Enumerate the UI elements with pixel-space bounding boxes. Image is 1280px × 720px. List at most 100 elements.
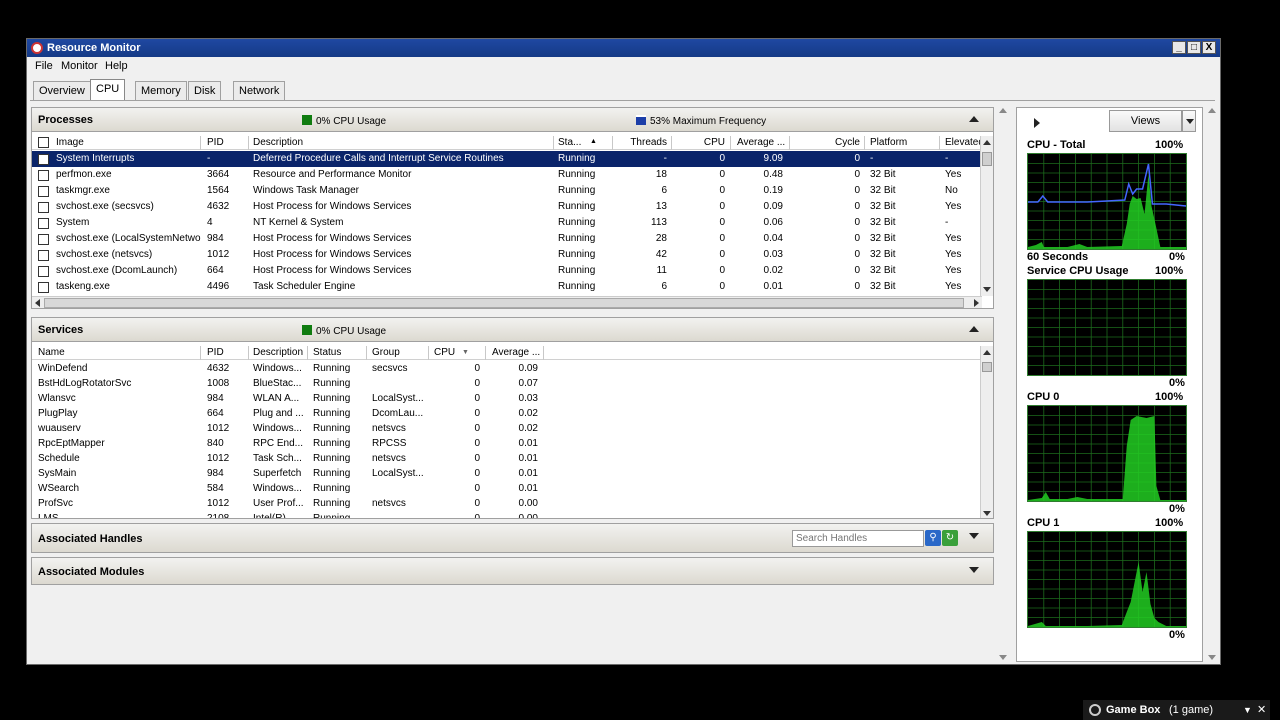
processes-header[interactable]: Processes 0% CPU Usage 53% Maximum Frequ… — [32, 108, 993, 132]
row-checkbox[interactable] — [38, 282, 49, 293]
row-checkbox[interactable] — [38, 170, 49, 181]
title-bar[interactable]: Resource Monitor _ □ X — [27, 39, 1220, 57]
collapse-pane-icon[interactable] — [1034, 118, 1040, 128]
horizontal-scroll-thumb[interactable] — [44, 298, 964, 308]
views-dropdown-button[interactable] — [1182, 110, 1196, 132]
views-button[interactable]: Views — [1109, 110, 1182, 132]
col-separator[interactable] — [553, 136, 554, 150]
scroll-down-icon[interactable] — [1208, 655, 1216, 660]
scroll-down-icon[interactable] — [983, 287, 991, 292]
col-name[interactable]: Name — [38, 347, 65, 358]
processes-horizontal-scrollbar[interactable] — [32, 296, 982, 308]
col-cpu[interactable]: CPU — [434, 347, 455, 358]
tab-cpu[interactable]: CPU — [90, 79, 126, 101]
table-row[interactable]: svchost.exe (DcomLaunch) 664 Host Process … — [32, 263, 982, 279]
expand-modules-icon[interactable] — [969, 567, 979, 573]
table-row[interactable]: wuauserv 1012 Windows... Running netsvcs 0 0.0… — [32, 421, 982, 436]
col-average[interactable]: Average ... — [737, 137, 785, 148]
col-separator[interactable] — [671, 136, 672, 150]
maximize-button[interactable]: □ — [1187, 41, 1201, 54]
col-separator[interactable] — [864, 136, 865, 150]
scroll-down-icon[interactable] — [999, 655, 1007, 660]
col-separator[interactable] — [248, 136, 249, 150]
col-average[interactable]: Average ... — [492, 347, 540, 358]
game-box-bar[interactable]: Game Box (1 game) ▼ ✕ — [1083, 700, 1270, 720]
table-row[interactable]: WSearch 584 Windows... Running 0 0.01 — [32, 481, 982, 496]
scroll-up-icon[interactable] — [983, 140, 991, 145]
col-group[interactable]: Group — [372, 347, 400, 358]
scroll-thumb[interactable] — [982, 362, 992, 372]
table-row[interactable]: svchost.exe (LocalSystemNetwo... 984 Host … — [32, 231, 982, 247]
tab-disk[interactable]: Disk — [188, 81, 222, 101]
search-icon[interactable]: ⚲ — [925, 530, 941, 546]
col-separator[interactable] — [543, 346, 544, 360]
row-checkbox[interactable] — [38, 250, 49, 261]
row-checkbox[interactable] — [38, 202, 49, 213]
menu-monitor[interactable]: Monitor — [61, 60, 98, 72]
table-row[interactable]: SysMain 984 Superfetch Running LocalSyst... 0… — [32, 466, 982, 481]
scroll-down-icon[interactable] — [983, 511, 991, 516]
col-separator[interactable] — [612, 136, 613, 150]
collapse-processes-icon[interactable] — [969, 116, 979, 122]
col-separator[interactable] — [485, 346, 486, 360]
associated-handles-panel[interactable]: Associated Handles ⚲ ↻ — [31, 523, 994, 553]
services-vertical-scrollbar[interactable] — [980, 346, 993, 518]
col-pid[interactable]: PID — [207, 137, 224, 148]
tab-network[interactable]: Network — [233, 81, 286, 101]
tab-memory[interactable]: Memory — [135, 81, 187, 101]
col-separator[interactable] — [730, 136, 731, 150]
col-description[interactable]: Description — [253, 137, 303, 148]
row-checkbox[interactable] — [38, 266, 49, 277]
search-handles-input[interactable] — [792, 530, 924, 547]
table-row[interactable]: svchost.exe (netsvcs) 1012 Host Process fo… — [32, 247, 982, 263]
col-separator[interactable] — [939, 136, 940, 150]
table-row[interactable]: System Interrupts - Deferred Procedure Cal… — [32, 151, 982, 167]
col-image[interactable]: Image — [56, 137, 84, 148]
services-header[interactable]: Services 0% CPU Usage — [32, 318, 993, 342]
associated-modules-panel[interactable]: Associated Modules — [31, 557, 994, 585]
col-separator[interactable] — [200, 346, 201, 360]
graph-pane-scrollbar[interactable] — [1206, 105, 1219, 663]
table-row[interactable]: System 4 NT Kernel & System Running 113 0 0.06… — [32, 215, 982, 231]
row-checkbox[interactable] — [38, 154, 49, 165]
col-threads[interactable]: Threads — [617, 137, 667, 148]
col-separator[interactable] — [789, 136, 790, 150]
table-row[interactable]: Schedule 1012 Task Sch... Running netsvcs 0 0.… — [32, 451, 982, 466]
col-description[interactable]: Description — [253, 347, 303, 358]
col-elevated[interactable]: Elevated — [945, 137, 984, 148]
col-platform[interactable]: Platform — [870, 137, 907, 148]
table-row[interactable]: BstHdLogRotatorSvc 1008 BlueStac... Running… — [32, 376, 982, 391]
table-row[interactable]: svchost.exe (secsvcs) 4632 Host Process fo… — [32, 199, 982, 215]
table-row[interactable]: RpcEptMapper 840 RPC End... Running RPCSS 0 0.… — [32, 436, 982, 451]
row-checkbox[interactable] — [38, 218, 49, 229]
select-all-checkbox[interactable] — [38, 137, 49, 148]
game-box-close-icon[interactable]: ✕ — [1257, 700, 1266, 720]
processes-vertical-scrollbar[interactable] — [980, 136, 993, 296]
table-row[interactable]: Wlansvc 984 WLAN A... Running LocalSyst... 0 0… — [32, 391, 982, 406]
scroll-left-icon[interactable] — [35, 299, 40, 307]
menu-file[interactable]: File — [35, 60, 53, 72]
col-status[interactable]: Status — [313, 347, 341, 358]
table-row[interactable]: taskmgr.exe 1564 Windows Task Manager Runni… — [32, 183, 982, 199]
scroll-thumb[interactable] — [982, 152, 992, 166]
col-cpu[interactable]: CPU — [677, 137, 725, 148]
scroll-up-icon[interactable] — [1208, 108, 1216, 113]
expand-handles-icon[interactable] — [969, 533, 979, 539]
menu-help[interactable]: Help — [105, 60, 128, 72]
table-row[interactable]: LMS 2108 Intel(R)... Running 0 0.00 — [32, 511, 982, 518]
table-row[interactable]: PlugPlay 664 Plug and ... Running DcomLau...… — [32, 406, 982, 421]
col-separator[interactable] — [248, 346, 249, 360]
col-status[interactable]: Sta... — [558, 137, 581, 148]
table-row[interactable]: taskeng.exe 4496 Task Scheduler Engine Runn… — [32, 279, 982, 295]
col-separator[interactable] — [428, 346, 429, 360]
minimize-button[interactable]: _ — [1172, 41, 1186, 54]
collapse-services-icon[interactable] — [969, 326, 979, 332]
row-checkbox[interactable] — [38, 186, 49, 197]
table-row[interactable]: perfmon.exe 3664 Resource and Performance … — [32, 167, 982, 183]
table-row[interactable]: WinDefend 4632 Windows... Running secsvcs 0 0.… — [32, 361, 982, 376]
row-checkbox[interactable] — [38, 234, 49, 245]
table-row[interactable]: ProfSvc 1012 User Prof... Running netsvcs 0 0.… — [32, 496, 982, 511]
scroll-up-icon[interactable] — [999, 108, 1007, 113]
close-button[interactable]: X — [1202, 41, 1216, 54]
main-vertical-scrollbar[interactable] — [997, 105, 1010, 663]
